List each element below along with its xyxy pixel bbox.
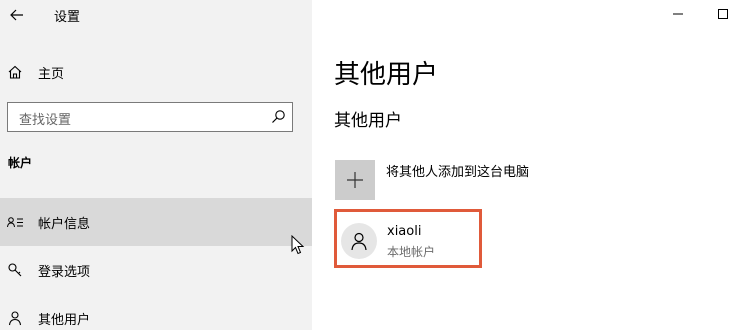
sidebar-item-label: 登录选项 [38,264,91,280]
app-title: 设置 [54,10,81,25]
sidebar-item-other-users[interactable]: 其他用户 [0,294,312,330]
main-content: 其他用户 其他用户 将其他人添加到这台电脑 xiaoli 本地帐户 [312,0,750,330]
minimize-icon [673,13,683,15]
section-title: 其他用户 [334,111,402,131]
add-tile [335,160,375,200]
user-account-item[interactable]: xiaoli 本地帐户 [334,209,482,268]
person-icon [6,309,24,327]
sidebar-item-label: 其他用户 [38,312,91,328]
sidebar-item-home[interactable]: 主页 [0,48,312,96]
sidebar-item-sign-in-options[interactable]: 登录选项 [0,246,312,294]
search-input[interactable]: 查找设置 [7,102,293,132]
sidebar-item-account-info[interactable]: 帐户信息 [0,198,312,246]
user-account-type: 本地帐户 [387,245,436,259]
back-button[interactable] [6,4,28,26]
plus-icon [347,172,363,188]
maximize-icon [718,9,728,19]
maximize-button[interactable] [712,3,734,25]
add-user-button[interactable]: 将其他人添加到这台电脑 [335,160,529,200]
home-icon [6,63,24,81]
sidebar: 设置 主页 查找设置 帐户 帐户信息 登录选项 其他用户 [0,0,312,330]
user-name: xiaoli [387,224,422,239]
add-user-label: 将其他人添加到这台电脑 [386,164,530,180]
minimize-button[interactable] [667,3,689,25]
page-title: 其他用户 [334,60,439,90]
back-arrow-icon [10,9,23,21]
sidebar-item-label: 主页 [38,66,65,82]
avatar [341,223,377,259]
key-icon [6,261,24,279]
user-avatar-icon [351,232,367,251]
section-header: 帐户 [8,156,33,170]
account-info-icon [6,213,24,231]
search-icon [272,110,285,123]
search-placeholder: 查找设置 [19,113,72,128]
mouse-cursor-icon [291,235,305,255]
sidebar-item-label: 帐户信息 [38,216,91,232]
